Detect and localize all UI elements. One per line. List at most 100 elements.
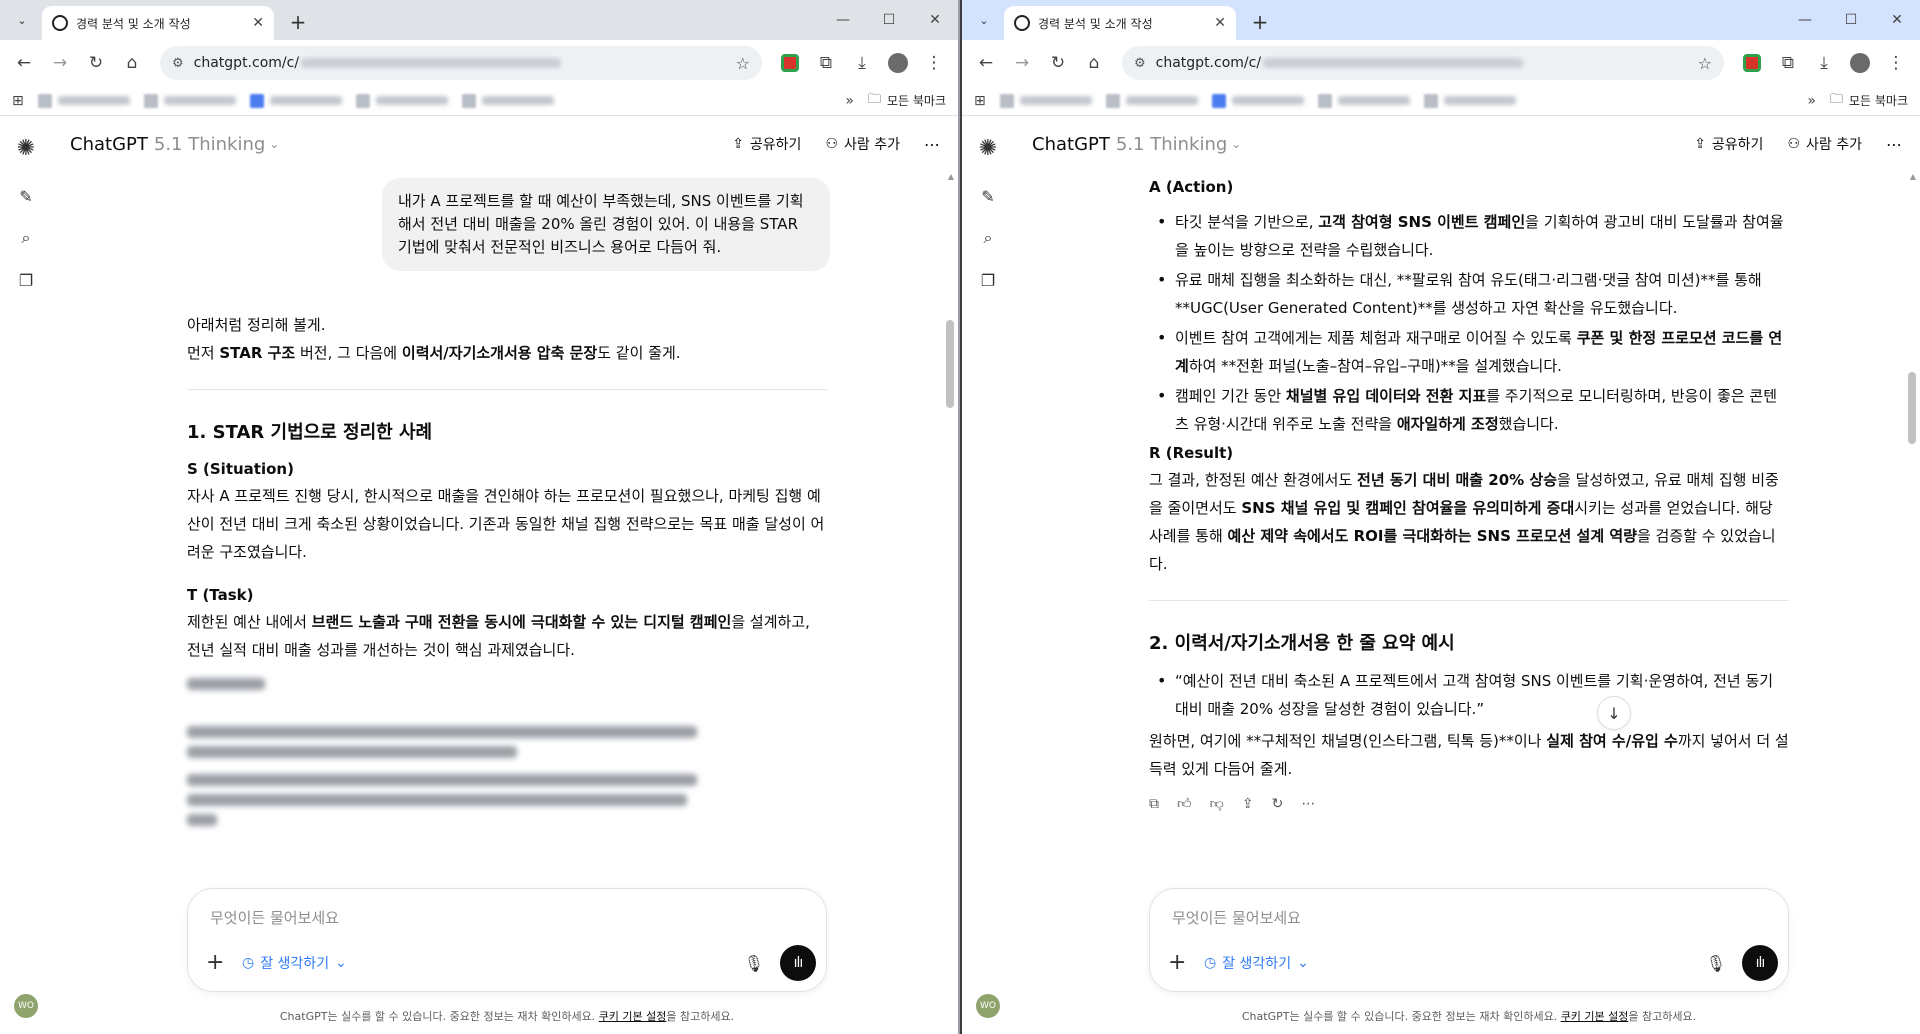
download-icon[interactable]: ⤓ — [846, 47, 878, 79]
bookmark-item[interactable] — [1317, 93, 1410, 108]
chevron-down-icon[interactable]: ⌄ — [269, 137, 279, 151]
attach-plus-icon[interactable]: + — [206, 950, 224, 975]
site-info-icon[interactable]: ⚙ — [1134, 56, 1146, 71]
apps-grid-icon[interactable]: ⊞ — [12, 93, 24, 109]
regenerate-icon[interactable]: ↻ — [1272, 796, 1284, 812]
share-icon[interactable]: ⇪ — [1242, 796, 1254, 812]
thinking-mode-button[interactable]: ◷ 잘 생각하기 ⌄ — [1204, 953, 1309, 973]
address-bar[interactable]: ⚙ chatgpt.com/c/ ☆ — [160, 46, 762, 80]
site-info-icon[interactable]: ⚙ — [172, 56, 184, 71]
maximize-button[interactable]: ☐ — [1828, 12, 1874, 28]
download-icon[interactable]: ⤓ — [1808, 47, 1840, 79]
all-bookmarks-folder[interactable]: 🗀 모든 북마크 — [868, 90, 946, 112]
thinking-mode-button[interactable]: ◷ 잘 생각하기 ⌄ — [242, 953, 347, 973]
search-icon[interactable]: ⌕ — [974, 224, 1002, 252]
composer-input[interactable]: 무엇이든 물어보세요 — [210, 907, 339, 928]
minimize-button[interactable]: — — [1782, 12, 1828, 28]
close-window-button[interactable]: ✕ — [1874, 12, 1920, 28]
bookmark-item[interactable] — [1423, 93, 1516, 108]
openai-logo-icon[interactable]: ✺ — [974, 134, 1002, 162]
bookmark-item[interactable] — [355, 93, 448, 108]
extension-icon[interactable] — [1736, 47, 1768, 79]
close-tab-icon[interactable]: ✕ — [252, 15, 264, 31]
composer-input[interactable]: 무엇이든 물어보세요 — [1172, 907, 1301, 928]
bookmark-star-icon[interactable]: ☆ — [1698, 54, 1712, 73]
bookmark-item[interactable] — [37, 93, 130, 108]
microphone-icon[interactable]: 🎙 — [744, 954, 764, 973]
new-chat-icon[interactable]: ✎ — [12, 182, 40, 210]
chevron-down-icon[interactable]: ⌄ — [1231, 137, 1241, 151]
browser-menu-icon[interactable]: ⋮ — [918, 47, 950, 79]
scrollbar[interactable]: ▲ — [946, 172, 954, 884]
attach-plus-icon[interactable]: + — [1168, 950, 1186, 975]
browser-menu-icon[interactable]: ⋮ — [1880, 47, 1912, 79]
tab-active[interactable]: 경력 분석 및 소개 작성 ✕ — [1004, 6, 1236, 40]
new-tab-button[interactable]: + — [1246, 10, 1274, 34]
extension-icon[interactable] — [774, 47, 806, 79]
add-people-button[interactable]: ⚇ 사람 추가 — [1787, 134, 1862, 154]
home-icon[interactable]: ⌂ — [116, 47, 148, 79]
more-options-icon[interactable]: ⋯ — [924, 135, 940, 154]
tab-active[interactable]: 경력 분석 및 소개 작성 ✕ — [42, 6, 274, 40]
tab-search-button[interactable]: ⌄ — [970, 6, 998, 34]
back-icon[interactable]: ← — [970, 47, 1002, 79]
cookie-settings-link[interactable]: 쿠키 기본 설정 — [1561, 1010, 1629, 1023]
voice-mode-button[interactable]: ılı — [1742, 945, 1778, 981]
more-options-icon[interactable]: ⋯ — [1301, 796, 1315, 812]
voice-mode-button[interactable]: ılı — [780, 945, 816, 981]
apps-grid-icon[interactable]: ⊞ — [974, 93, 986, 109]
search-icon[interactable]: ⌕ — [12, 224, 40, 252]
scrollbar-thumb[interactable] — [946, 320, 954, 408]
bookmark-item[interactable] — [461, 93, 554, 108]
bookmarks-overflow-icon[interactable]: » — [1807, 93, 1816, 109]
bookmarks-overflow-icon[interactable]: » — [845, 93, 854, 109]
scroll-up-icon[interactable]: ▲ — [948, 172, 954, 181]
more-options-icon[interactable]: ⋯ — [1886, 135, 1902, 154]
model-name[interactable]: ChatGPT — [1032, 134, 1110, 155]
microphone-icon[interactable]: 🎙 — [1706, 954, 1726, 973]
share-button[interactable]: ⇪ 공유하기 — [1694, 134, 1763, 154]
user-avatar[interactable]: WO — [14, 994, 38, 1018]
new-tab-button[interactable]: + — [284, 10, 312, 34]
scroll-to-bottom-button[interactable]: ↓ — [1597, 696, 1631, 730]
profile-avatar[interactable] — [882, 47, 914, 79]
home-icon[interactable]: ⌂ — [1078, 47, 1110, 79]
chat-scroll-area[interactable]: A (Action) 타깃 분석을 기반으로, 고객 참여형 SNS 이벤트 캠… — [1014, 172, 1920, 884]
profile-avatar[interactable] — [1844, 47, 1876, 79]
close-window-button[interactable]: ✕ — [912, 12, 958, 28]
composer[interactable]: 무엇이든 물어보세요 + ◷ 잘 생각하기 ⌄ 🎙 ılı — [1149, 888, 1789, 992]
maximize-button[interactable]: ☐ — [866, 12, 912, 28]
user-avatar[interactable]: WO — [976, 994, 1000, 1018]
minimize-button[interactable]: — — [820, 12, 866, 28]
back-icon[interactable]: ← — [8, 47, 40, 79]
bookmark-item[interactable] — [1105, 93, 1198, 108]
close-tab-icon[interactable]: ✕ — [1214, 15, 1226, 31]
library-icon[interactable]: ❐ — [12, 266, 40, 294]
copy-icon[interactable]: ⧉ — [1149, 796, 1159, 812]
thumbs-up-icon[interactable]: 👍︎ — [1177, 795, 1192, 812]
share-button[interactable]: ⇪ 공유하기 — [732, 134, 801, 154]
extensions-puzzle-icon[interactable]: ⧉ — [1772, 47, 1804, 79]
model-version[interactable]: 5.1 Thinking — [1116, 134, 1227, 155]
forward-icon[interactable]: → — [44, 47, 76, 79]
address-bar[interactable]: ⚙ chatgpt.com/c/ ☆ — [1122, 46, 1724, 80]
bookmark-item[interactable] — [999, 93, 1092, 108]
composer[interactable]: 무엇이든 물어보세요 + ◷ 잘 생각하기 ⌄ 🎙 ılı — [187, 888, 827, 992]
reload-icon[interactable]: ↻ — [1042, 47, 1074, 79]
new-chat-icon[interactable]: ✎ — [974, 182, 1002, 210]
openai-logo-icon[interactable]: ✺ — [12, 134, 40, 162]
thumbs-down-icon[interactable]: 👎︎ — [1210, 795, 1224, 812]
tab-search-button[interactable]: ⌄ — [8, 6, 36, 34]
bookmark-item[interactable] — [1211, 93, 1304, 108]
all-bookmarks-folder[interactable]: 🗀 모든 북마크 — [1830, 90, 1908, 112]
add-people-button[interactable]: ⚇ 사람 추가 — [825, 134, 900, 154]
scrollbar[interactable]: ▲ — [1908, 172, 1916, 884]
scrollbar-thumb[interactable] — [1908, 372, 1916, 444]
reload-icon[interactable]: ↻ — [80, 47, 112, 79]
chat-scroll-area[interactable]: 내가 A 프로젝트를 할 때 예산이 부족했는데, SNS 이벤트를 기획해서 … — [52, 172, 958, 884]
model-name[interactable]: ChatGPT — [70, 134, 148, 155]
extensions-puzzle-icon[interactable]: ⧉ — [810, 47, 842, 79]
cookie-settings-link[interactable]: 쿠키 기본 설정 — [599, 1010, 667, 1023]
scroll-up-icon[interactable]: ▲ — [1910, 172, 1916, 181]
forward-icon[interactable]: → — [1006, 47, 1038, 79]
